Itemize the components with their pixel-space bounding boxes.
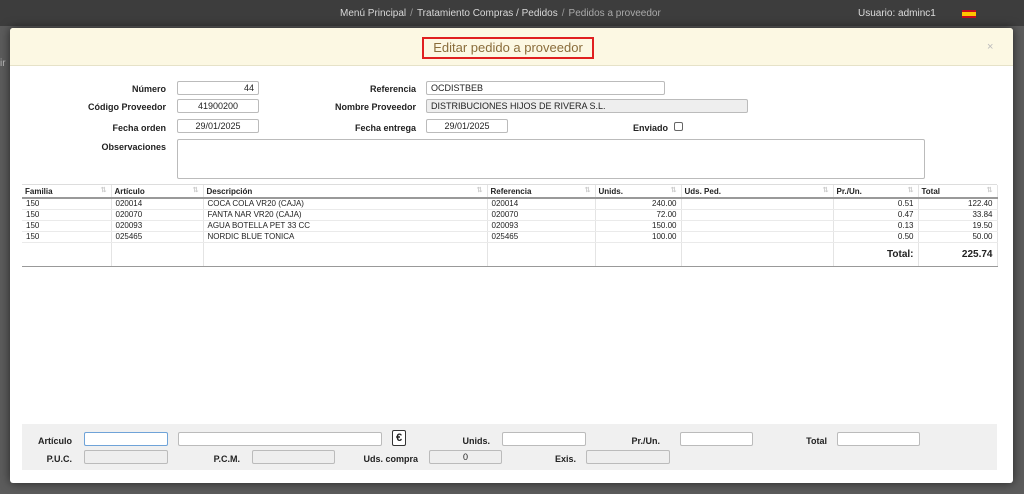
pr-un-entry-label: Pr./Un. [631, 436, 660, 446]
euro-button[interactable]: € [392, 430, 406, 446]
sort-icon: ⇅ [192, 187, 199, 194]
breadcrumb-current: Pedidos a proveedor [568, 8, 661, 19]
observaciones-label: Observaciones [101, 142, 166, 152]
observaciones-textarea[interactable] [177, 139, 925, 179]
total-entry-input[interactable] [837, 432, 920, 446]
table-header-row: Familia ⇅ Artículo ⇅ Descripción ⇅ Referenc… [22, 185, 998, 199]
grand-total-value: 225.74 [918, 242, 998, 267]
background-side-label: ir [0, 58, 6, 69]
uds-compra-input [429, 450, 502, 464]
referencia-input[interactable] [426, 81, 665, 95]
modal-header: Editar pedido a proveedor × [10, 28, 1013, 66]
exis-input [586, 450, 670, 464]
articulo-entry-label: Artículo [37, 436, 72, 446]
close-icon[interactable]: × [987, 41, 993, 53]
sort-icon: ⇅ [584, 187, 591, 194]
fecha-entrega-label: Fecha entrega [354, 123, 416, 133]
order-lines-table: Familia ⇅ Artículo ⇅ Descripción ⇅ Referenc… [22, 184, 998, 424]
pr-un-entry-input[interactable] [680, 432, 753, 446]
sort-asc-icon: ⇅ [100, 187, 107, 194]
numero-input[interactable] [177, 81, 259, 95]
column-header-total[interactable]: Total ⇅ [918, 185, 998, 199]
referencia-label: Referencia [369, 84, 416, 94]
column-header-descripcion[interactable]: Descripción ⇅ [203, 185, 488, 199]
column-header-pr-un[interactable]: Pr./Un. ⇅ [833, 185, 919, 199]
unids-entry-label: Unids. [462, 436, 490, 446]
sort-icon: ⇅ [907, 187, 914, 194]
top-nav-bar: Menú Principal / Tratamiento Compras / Ped… [0, 0, 1024, 26]
breadcrumb-section[interactable]: Tratamiento Compras / Pedidos [417, 8, 558, 19]
breadcrumb: Menú Principal / Tratamiento Compras / Ped… [340, 8, 661, 19]
table-row[interactable]: 150 020070 FANTA NAR VR20 (CAJA) 020070 … [22, 209, 998, 221]
codigo-proveedor-label: Código Proveedor [87, 102, 166, 112]
articulo-entry-input[interactable] [84, 432, 168, 446]
edit-order-modal: Editar pedido a proveedor × Número Refer… [10, 28, 1013, 483]
nombre-proveedor-input [426, 99, 748, 113]
fecha-entrega-input[interactable] [426, 119, 508, 133]
pcm-label: P.C.M. [213, 454, 240, 464]
uds-compra-label: Uds. compra [363, 454, 418, 464]
nombre-proveedor-label: Nombre Proveedor [334, 102, 416, 112]
table-row[interactable]: 150 025465 NORDIC BLUE TONICA 025465 100… [22, 231, 998, 243]
table-footer-row: Total: 225.74 [22, 242, 998, 267]
numero-label: Número [131, 84, 166, 94]
sort-icon: ⇅ [986, 187, 993, 194]
user-label[interactable]: Usuario: adminc1 [858, 8, 936, 19]
column-header-unids[interactable]: Unids. ⇅ [595, 185, 682, 199]
column-header-referencia[interactable]: Referencia ⇅ [487, 185, 596, 199]
fecha-orden-input[interactable] [177, 119, 259, 133]
column-header-uds-ped[interactable]: Uds. Ped. ⇅ [681, 185, 834, 199]
grand-total-label: Total: [833, 242, 919, 267]
sort-icon: ⇅ [476, 187, 483, 194]
column-header-articulo[interactable]: Artículo ⇅ [111, 185, 204, 199]
puc-label: P.U.C. [46, 454, 72, 464]
fecha-orden-label: Fecha orden [112, 123, 166, 133]
unids-entry-input[interactable] [502, 432, 586, 446]
breadcrumb-home[interactable]: Menú Principal [340, 8, 406, 19]
total-entry-label: Total [806, 436, 827, 446]
enviado-label: Enviado [632, 123, 668, 133]
puc-input [84, 450, 168, 464]
exis-label: Exis. [554, 454, 576, 464]
line-entry-panel [22, 424, 997, 470]
spain-flag-icon[interactable] [962, 10, 976, 18]
descripcion-entry-input[interactable] [178, 432, 382, 446]
table-row[interactable]: 150 020093 AGUA BOTELLA PET 33 CC 020093… [22, 220, 998, 232]
codigo-proveedor-input[interactable] [177, 99, 259, 113]
enviado-checkbox[interactable] [674, 122, 683, 131]
table-row[interactable]: 150 020014 COCA COLA VR20 (CAJA) 020014 … [22, 198, 998, 210]
modal-title: Editar pedido a proveedor [422, 37, 594, 59]
sort-icon: ⇅ [670, 187, 677, 194]
pcm-input [252, 450, 335, 464]
sort-icon: ⇅ [822, 187, 829, 194]
column-header-familia[interactable]: Familia ⇅ [22, 185, 112, 199]
